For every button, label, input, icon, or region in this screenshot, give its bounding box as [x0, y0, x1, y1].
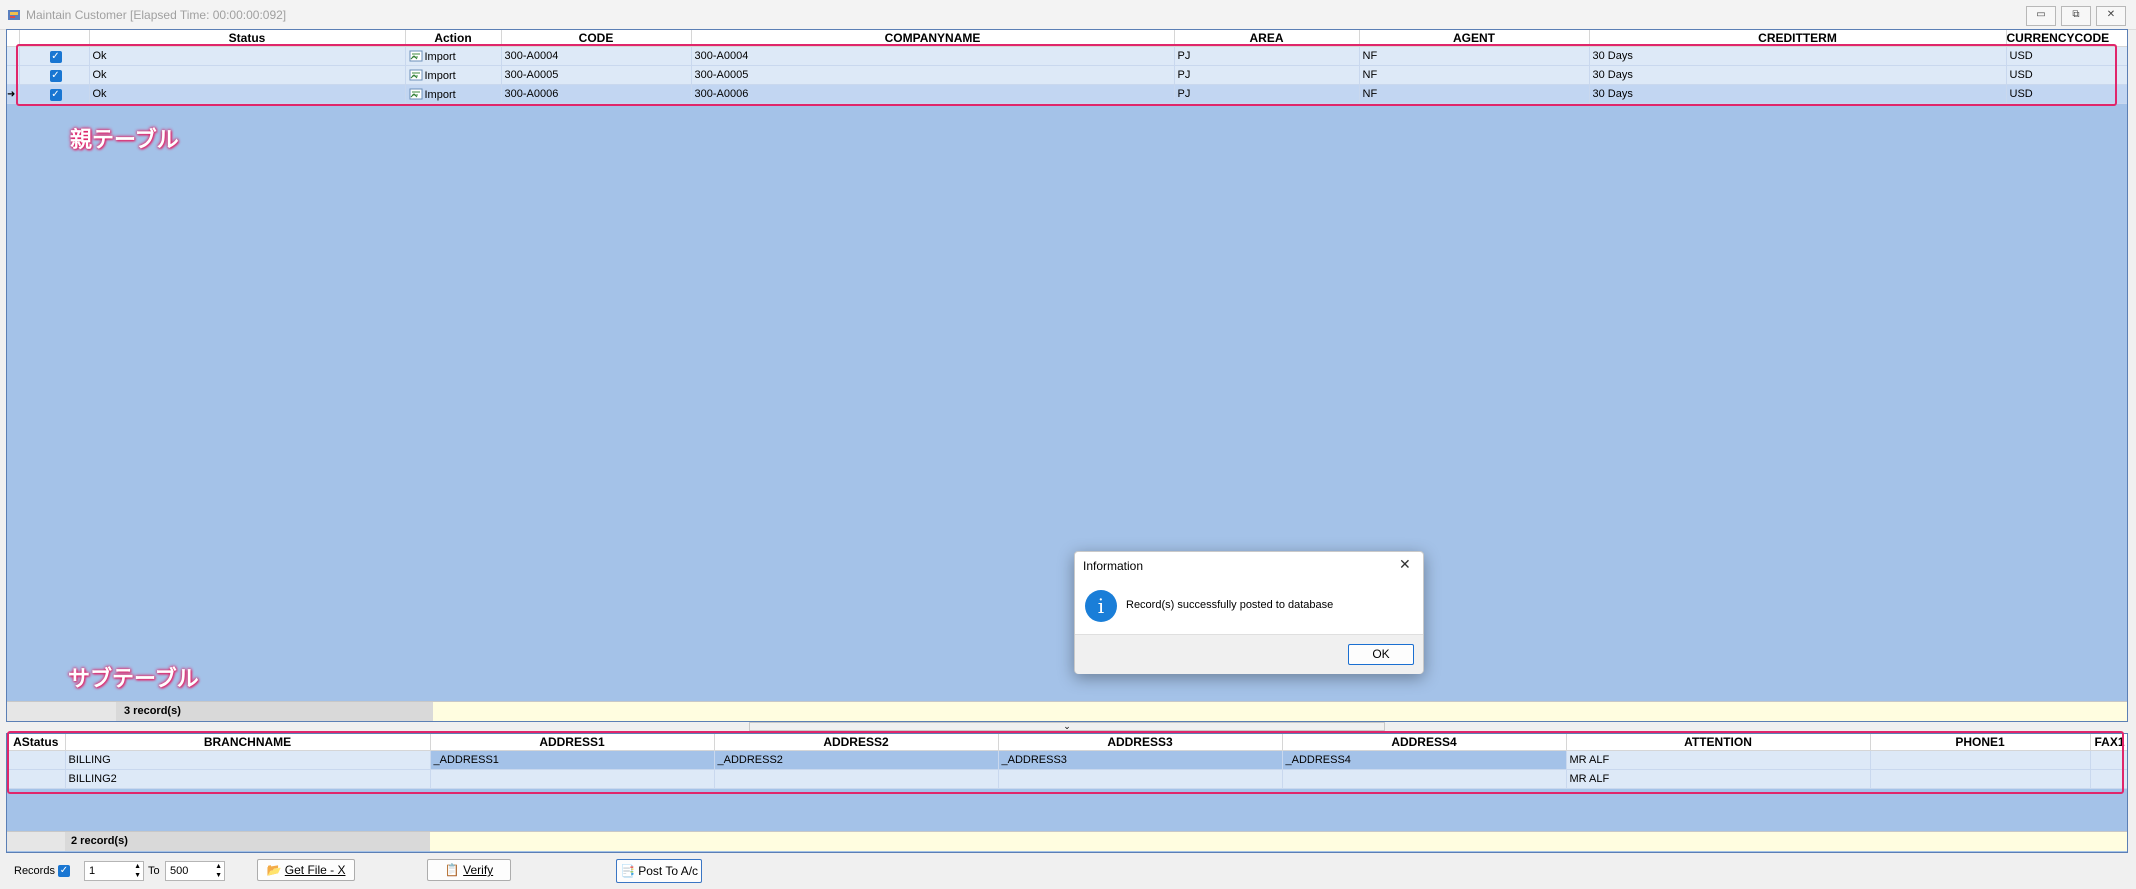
dialog-title-bar: Information ✕	[1075, 552, 1423, 580]
parent-footer-bar: 3 record(s)	[7, 701, 2127, 721]
current-row-arrow-icon: ➜	[7, 88, 16, 100]
stepper-arrows-icon[interactable]: ▲ ▼	[134, 862, 141, 880]
bottom-toolbar: Records ✓ 1 ▲ ▼ To 500 ▲ ▼ 📂 Get File - X …	[0, 855, 2136, 889]
post-to-ac-button[interactable]: 📑 Post To A/c	[616, 859, 702, 883]
post-label: Post To A/c	[638, 864, 699, 878]
verify-icon: 📋	[444, 863, 460, 877]
info-icon: i	[1085, 590, 1117, 622]
records-checkbox[interactable]: ✓	[58, 865, 70, 877]
information-dialog: Information ✕ i Record(s) successfully p…	[1074, 551, 1424, 674]
sub-record-count: 2 record(s)	[65, 832, 430, 851]
records-from-value: 1	[89, 865, 96, 877]
parent-record-count: 3 record(s)	[116, 702, 433, 721]
verify-button[interactable]: 📋 Verify	[427, 859, 511, 881]
sub-table-highlight	[7, 731, 2124, 794]
minimize-button[interactable]: ▭	[2026, 6, 2056, 26]
splitter-handle[interactable]: ⌄	[749, 722, 1385, 731]
records-label: Records	[14, 865, 55, 877]
parent-grid[interactable]: Status Action CODE COMPANYNAME AREA AGEN…	[6, 29, 2128, 722]
records-to-stepper[interactable]: 500 ▲ ▼	[165, 861, 225, 881]
post-icon: 📑	[619, 864, 635, 878]
records-to-value: 500	[170, 865, 189, 877]
folder-icon: 📂	[266, 863, 282, 877]
parent-table-annotation: 親テーブル	[70, 127, 179, 152]
to-label: To	[148, 865, 160, 877]
window-title-bar: Maintain Customer [Elapsed Time: 00:00:0…	[0, 0, 2136, 30]
ok-button[interactable]: OK	[1348, 644, 1414, 665]
dialog-message: Record(s) successfully posted to databas…	[1126, 599, 1334, 611]
records-from-stepper[interactable]: 1 ▲ ▼	[84, 861, 144, 881]
stepper-arrows-icon[interactable]: ▲ ▼	[215, 862, 222, 880]
restore-button[interactable]: ⧉	[2061, 6, 2091, 26]
dialog-close-icon[interactable]: ✕	[1399, 556, 1411, 573]
window-title: Maintain Customer [Elapsed Time: 00:00:0…	[26, 8, 287, 22]
sub-table-annotation: サブテーブル	[68, 666, 199, 691]
close-window-button[interactable]: ✕	[2096, 6, 2126, 26]
dialog-button-bar: OK	[1075, 634, 1423, 674]
dialog-body: i Record(s) successfully posted to datab…	[1075, 580, 1423, 634]
get-file-button[interactable]: 📂 Get File - X	[257, 859, 355, 881]
app-icon	[8, 10, 20, 20]
get-file-label: Get File - X	[284, 863, 346, 877]
dialog-title: Information	[1083, 559, 1144, 573]
parent-table-highlight	[16, 44, 2117, 106]
sub-footer-bar: 2 record(s)	[7, 831, 2127, 851]
verify-label: Verify	[463, 863, 494, 877]
